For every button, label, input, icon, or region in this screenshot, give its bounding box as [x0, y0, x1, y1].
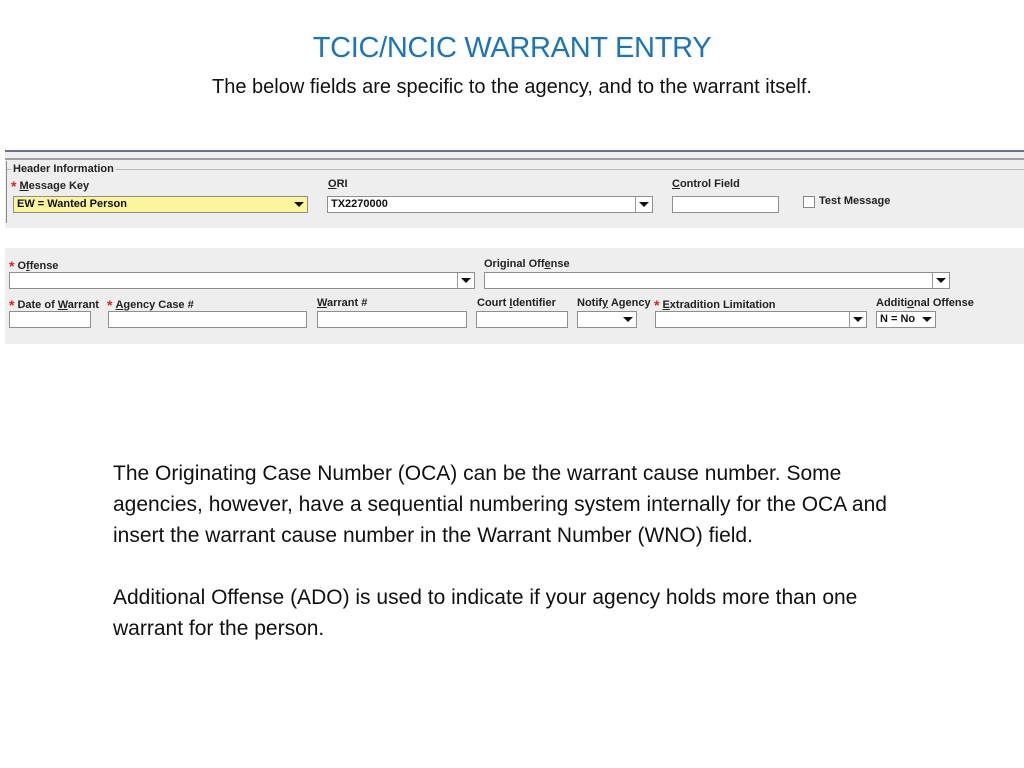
header-legend: Header Information: [11, 163, 116, 175]
control-field-label: Control Field: [672, 178, 740, 190]
date-of-warrant-input[interactable]: [9, 311, 91, 328]
additional-offense-select[interactable]: N = No: [876, 311, 936, 328]
message-key-select[interactable]: EW = Wanted Person: [13, 196, 308, 213]
notify-agency-label: Notify Agency: [577, 297, 651, 309]
test-message-label: Test Message: [819, 195, 891, 207]
oca-paragraph: The Originating Case Number (OCA) can be…: [113, 462, 887, 547]
legend-line: [7, 169, 1024, 170]
extradition-limitation-label: * Extradition Limitation: [654, 297, 776, 313]
required-asterisk: *: [11, 178, 17, 194]
warrant-number-label: Warrant #: [317, 297, 368, 309]
warrant-details-panel: * Offense Original Offense * Date of Warra…: [5, 248, 1024, 344]
explanation-text: The Originating Case Number (OCA) can be…: [113, 458, 913, 644]
slide-title: TCIC/NCIC WARRANT ENTRY: [312, 32, 712, 64]
court-identifier-label: Court Identifier: [477, 297, 556, 309]
chevron-down-icon[interactable]: [620, 312, 636, 327]
chevron-down-icon[interactable]: [291, 197, 307, 212]
court-identifier-input[interactable]: [476, 311, 568, 328]
chevron-down-icon[interactable]: [635, 197, 652, 212]
offense-select[interactable]: [9, 272, 475, 289]
additional-offense-label: Additional Offense: [876, 297, 974, 309]
extradition-limitation-select[interactable]: [655, 311, 867, 328]
notify-agency-select[interactable]: [577, 311, 637, 328]
warrant-number-input[interactable]: [317, 311, 467, 328]
date-of-warrant-label: * Date of Warrant: [9, 297, 99, 313]
original-offense-select[interactable]: [484, 272, 950, 289]
agency-case-input[interactable]: [108, 311, 307, 328]
ori-label: ORI: [328, 178, 348, 190]
header-fieldset: Header Information: [6, 161, 1024, 223]
chevron-down-icon[interactable]: [919, 312, 935, 327]
agency-case-label: * Agency Case #: [107, 297, 194, 313]
chevron-down-icon[interactable]: [457, 273, 474, 288]
offense-label: * Offense: [9, 258, 59, 274]
divider: [5, 158, 1024, 160]
test-message-checkbox[interactable]: [803, 196, 815, 208]
message-key-value: EW = Wanted Person: [17, 198, 127, 210]
ori-value: TX2270000: [331, 198, 388, 210]
chevron-down-icon[interactable]: [932, 273, 949, 288]
chevron-down-icon[interactable]: [849, 312, 866, 327]
header-information-panel: Header Information * Message Key EW = Wan…: [5, 150, 1024, 228]
ori-select[interactable]: TX2270000: [327, 196, 653, 213]
control-field-input[interactable]: [672, 196, 779, 213]
slide-subtitle: The below fields are specific to the age…: [212, 76, 812, 98]
ado-paragraph: Additional Offense (ADO) is used to indi…: [113, 586, 858, 640]
original-offense-label: Original Offense: [484, 258, 570, 270]
message-key-label: * Message Key: [11, 178, 90, 194]
